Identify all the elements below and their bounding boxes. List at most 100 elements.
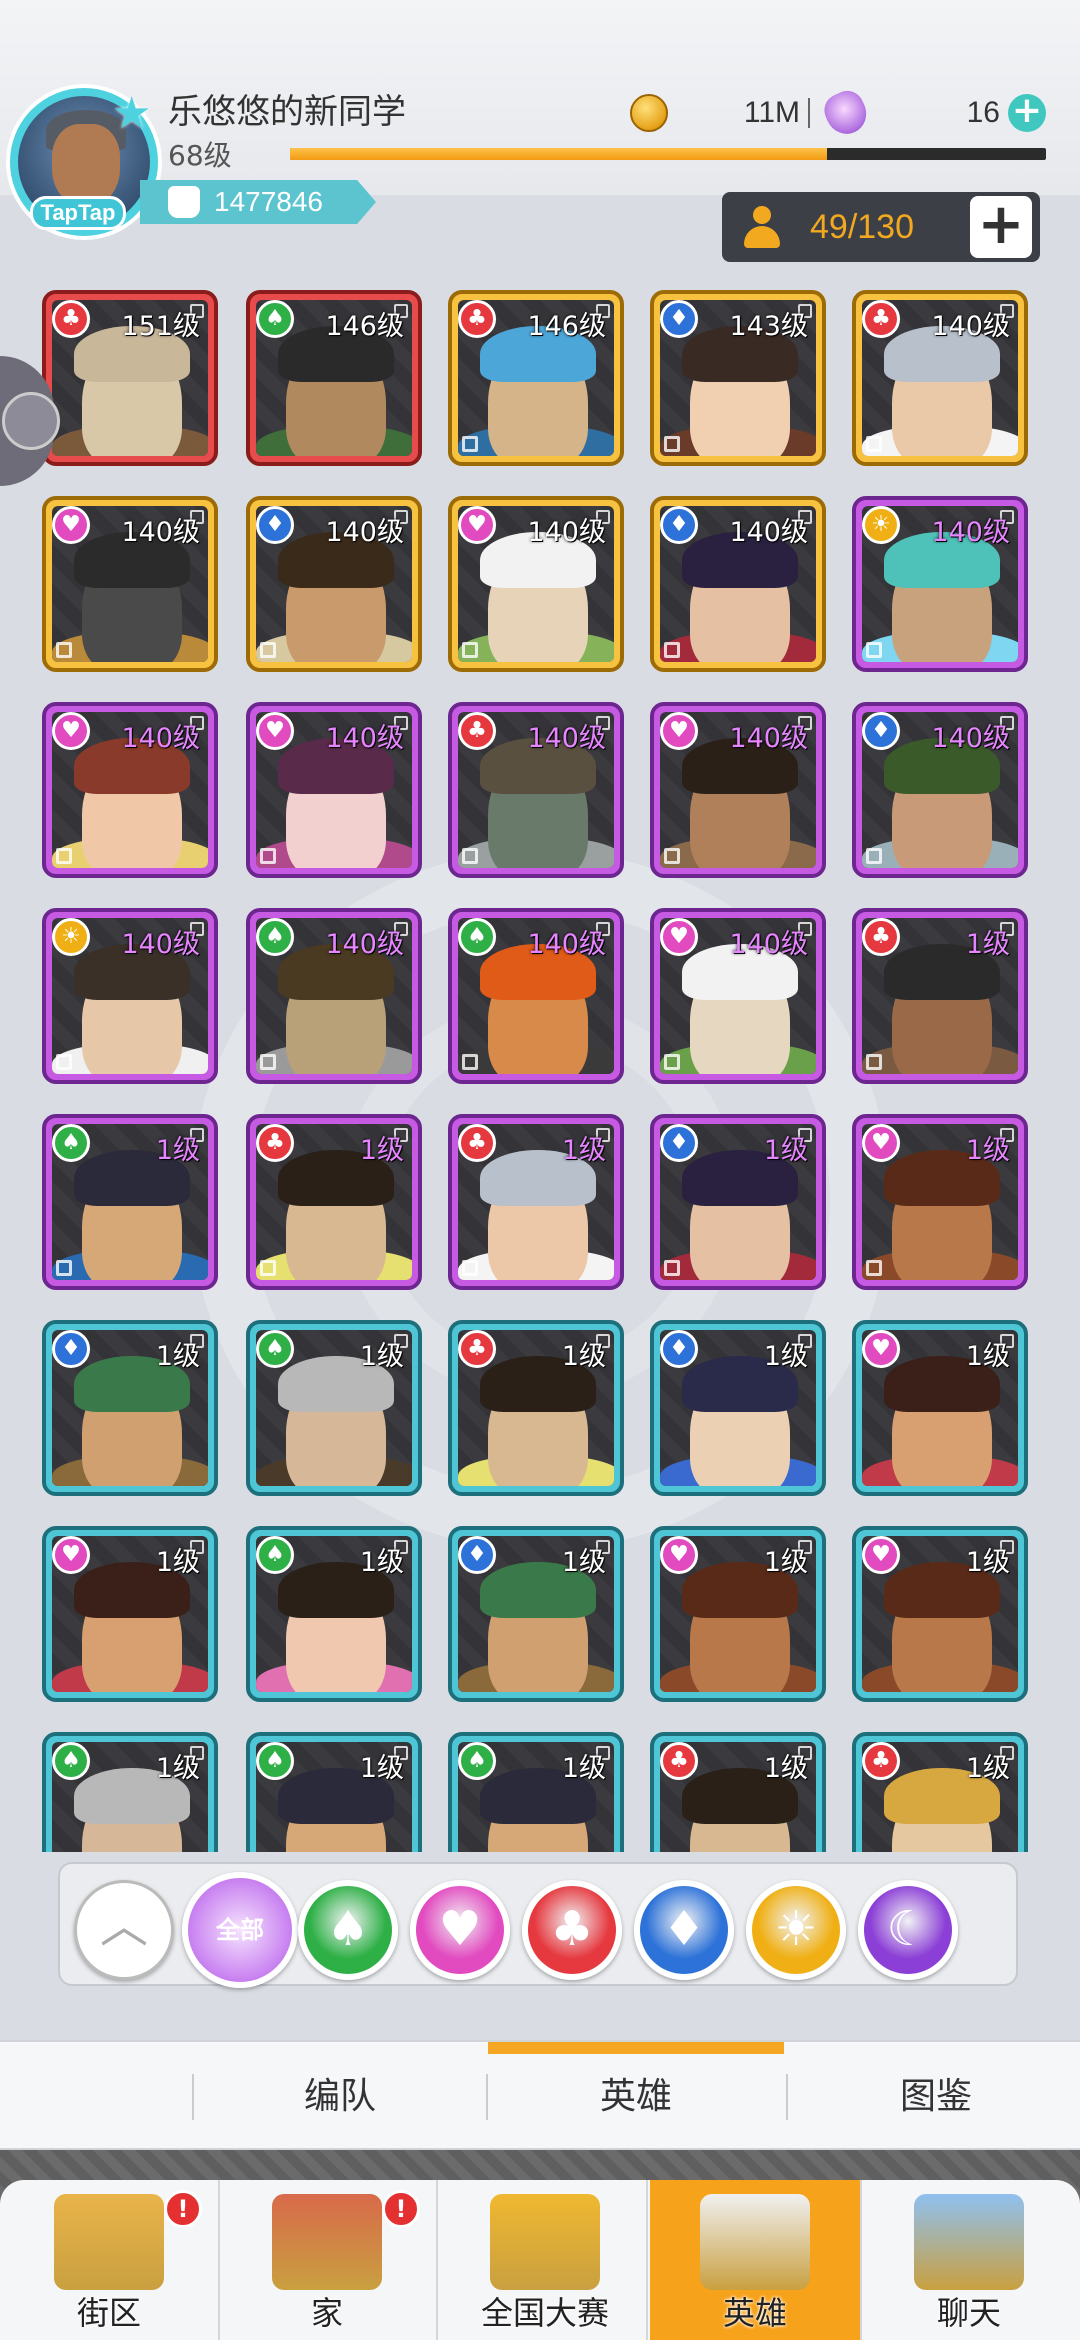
hero-card[interactable]: 140级 ♠: [246, 908, 422, 1084]
hero-card[interactable]: 1级 ♣: [852, 1732, 1028, 1852]
hero-card[interactable]: 140级 ♥: [42, 702, 218, 878]
filter-heart-button[interactable]: ♥: [410, 1880, 510, 1980]
hero-level: 140级: [729, 517, 808, 548]
hero-card[interactable]: 1级 ♥: [852, 1526, 1028, 1702]
hero-card[interactable]: 151级 ♣: [42, 290, 218, 466]
hero-card[interactable]: 1级 ♥: [852, 1114, 1028, 1290]
top-header: ★ TapTap 乐悠悠的新同学 68级 11M 16 +: [0, 0, 1080, 236]
star-slot-marker: [462, 642, 478, 658]
star-icon: ★: [112, 88, 152, 139]
hero-card[interactable]: 1级 ♣: [246, 1114, 422, 1290]
filter-diamond-button[interactable]: ♦: [634, 1880, 734, 1980]
expand-capacity-button[interactable]: +: [970, 196, 1032, 258]
sun-faction-icon: ☀: [52, 918, 90, 956]
hero-card[interactable]: 140级 ♦: [246, 496, 422, 672]
filter-spade-button[interactable]: ♠: [298, 1880, 398, 1980]
nav-trophy[interactable]: 全国大赛: [440, 2180, 650, 2340]
nav-hero-cards[interactable]: 英雄: [650, 2180, 860, 2340]
diamond-faction-icon: ♦: [256, 506, 294, 544]
hero-card[interactable]: 1级 ♠: [448, 1732, 624, 1852]
hero-portrait-frame: 1级 ♣: [862, 1742, 1018, 1852]
diamond-faction-icon: ♦: [862, 712, 900, 750]
hero-card[interactable]: 1级 ♦: [650, 1320, 826, 1496]
hero-card[interactable]: 1级 ♦: [42, 1320, 218, 1496]
hero-card[interactable]: 1级 ♣: [448, 1320, 624, 1496]
hero-portrait-frame: 140级 ♦: [660, 506, 816, 662]
tab-heroes[interactable]: 英雄: [488, 2042, 784, 2148]
filter-all-button[interactable]: 全部: [182, 1872, 298, 1988]
hero-card[interactable]: 1级 ♣: [448, 1114, 624, 1290]
collapse-filter-button[interactable]: ︿: [74, 1880, 174, 1980]
hero-level: 140级: [527, 929, 606, 960]
hero-card[interactable]: 140级 ♥: [650, 702, 826, 878]
hero-card[interactable]: 1级 ♦: [448, 1526, 624, 1702]
hero-card[interactable]: 1级 ♦: [650, 1114, 826, 1290]
hero-level: 140级: [729, 929, 808, 960]
hero-card[interactable]: 143级 ♦: [650, 290, 826, 466]
hero-portrait-frame: 1级 ♠: [458, 1742, 614, 1852]
hero-card[interactable]: 140级 ♥: [246, 702, 422, 878]
hero-card[interactable]: 1级 ♠: [246, 1320, 422, 1496]
hero-level: 140级: [121, 929, 200, 960]
hero-card[interactable]: 140级 ♥: [42, 496, 218, 672]
hero-card[interactable]: 1级 ♠: [246, 1732, 422, 1852]
flower-icon: [2, 392, 60, 450]
hero-card[interactable]: 146级 ♣: [448, 290, 624, 466]
tab-codex[interactable]: 图鉴: [788, 2042, 1080, 2148]
hero-level: 146级: [325, 311, 404, 342]
star-slot-marker: [664, 1260, 680, 1276]
diamond-faction-icon: ♦: [52, 1330, 90, 1368]
add-gems-button[interactable]: +: [1008, 93, 1046, 132]
hero-grid[interactable]: 151级 ♣ 146级 ♠ 146级 ♣ 143级 ♦ 140级 ♣ 140级 ♥ 140级 ♦ 140级 ♥…: [0, 270, 1080, 1852]
hero-card[interactable]: 140级 ♠: [448, 908, 624, 1084]
hero-card[interactable]: 140级 ☀: [852, 496, 1028, 672]
filter-club-button[interactable]: ♣: [522, 1880, 622, 1980]
diamond-faction-icon: ♦: [660, 1124, 698, 1162]
hero-level: 1级: [965, 929, 1010, 960]
tab-formation[interactable]: 编队: [192, 2042, 488, 2148]
hero-card[interactable]: 1级 ♥: [42, 1526, 218, 1702]
hero-card[interactable]: 140级 ♥: [650, 908, 826, 1084]
hero-card[interactable]: 1级 ♥: [852, 1320, 1028, 1496]
hero-card[interactable]: 146级 ♠: [246, 290, 422, 466]
hero-card[interactable]: 1级 ♠: [246, 1526, 422, 1702]
filter-moon-button[interactable]: ☾: [858, 1880, 958, 1980]
hero-card[interactable]: 140级 ♣: [448, 702, 624, 878]
hero-card[interactable]: 1级 ♠: [42, 1732, 218, 1852]
hero-card[interactable]: 1级 ♠: [42, 1114, 218, 1290]
nav-chat-bubble[interactable]: 聊天: [864, 2180, 1074, 2340]
star-slot-marker: [56, 1054, 72, 1070]
spade-faction-icon: ♠: [458, 918, 496, 956]
club-faction-icon: ♣: [458, 712, 496, 750]
hero-portrait-frame: 1级 ♦: [660, 1330, 816, 1486]
hero-level: 1级: [561, 1753, 606, 1784]
hero-level: 1级: [965, 1753, 1010, 1784]
club-faction-icon: ♣: [862, 1742, 900, 1780]
hero-card[interactable]: 140级 ♦: [650, 496, 826, 672]
hero-portrait-frame: 140级 ♥: [52, 506, 208, 662]
hero-card[interactable]: 1级 ♣: [650, 1732, 826, 1852]
hero-level: 140级: [527, 723, 606, 754]
player-name: 乐悠悠的新同学: [168, 92, 406, 132]
nav-signpost[interactable]: 街区!: [4, 2180, 214, 2340]
club-faction-icon: ♣: [660, 1742, 698, 1780]
hero-portrait-frame: 140级 ♠: [256, 918, 412, 1074]
hero-card[interactable]: 140级 ♦: [852, 702, 1028, 878]
heart-faction-icon: ♥: [862, 1536, 900, 1574]
hero-card[interactable]: 1级 ♥: [650, 1526, 826, 1702]
hero-card[interactable]: 140级 ♥: [448, 496, 624, 672]
heart-faction-icon: ♥: [458, 506, 496, 544]
hero-card[interactable]: 140级 ☀: [42, 908, 218, 1084]
hero-card[interactable]: 140级 ♣: [852, 290, 1028, 466]
club-faction-icon: ♣: [862, 300, 900, 338]
filter-sun-button[interactable]: ☀: [746, 1880, 846, 1980]
spade-faction-icon: ♠: [256, 1330, 294, 1368]
hero-portrait-frame: 140级 ♥: [660, 918, 816, 1074]
hero-portrait-frame: 1级 ♦: [458, 1536, 614, 1692]
coin-value: 11M: [743, 96, 800, 129]
hero-card[interactable]: 1级 ♣: [852, 908, 1028, 1084]
nav-house[interactable]: 家!: [222, 2180, 432, 2340]
star-slot-marker: [664, 436, 680, 452]
hero-level: 1级: [763, 1135, 808, 1166]
nav-label: 家: [310, 2294, 343, 2332]
